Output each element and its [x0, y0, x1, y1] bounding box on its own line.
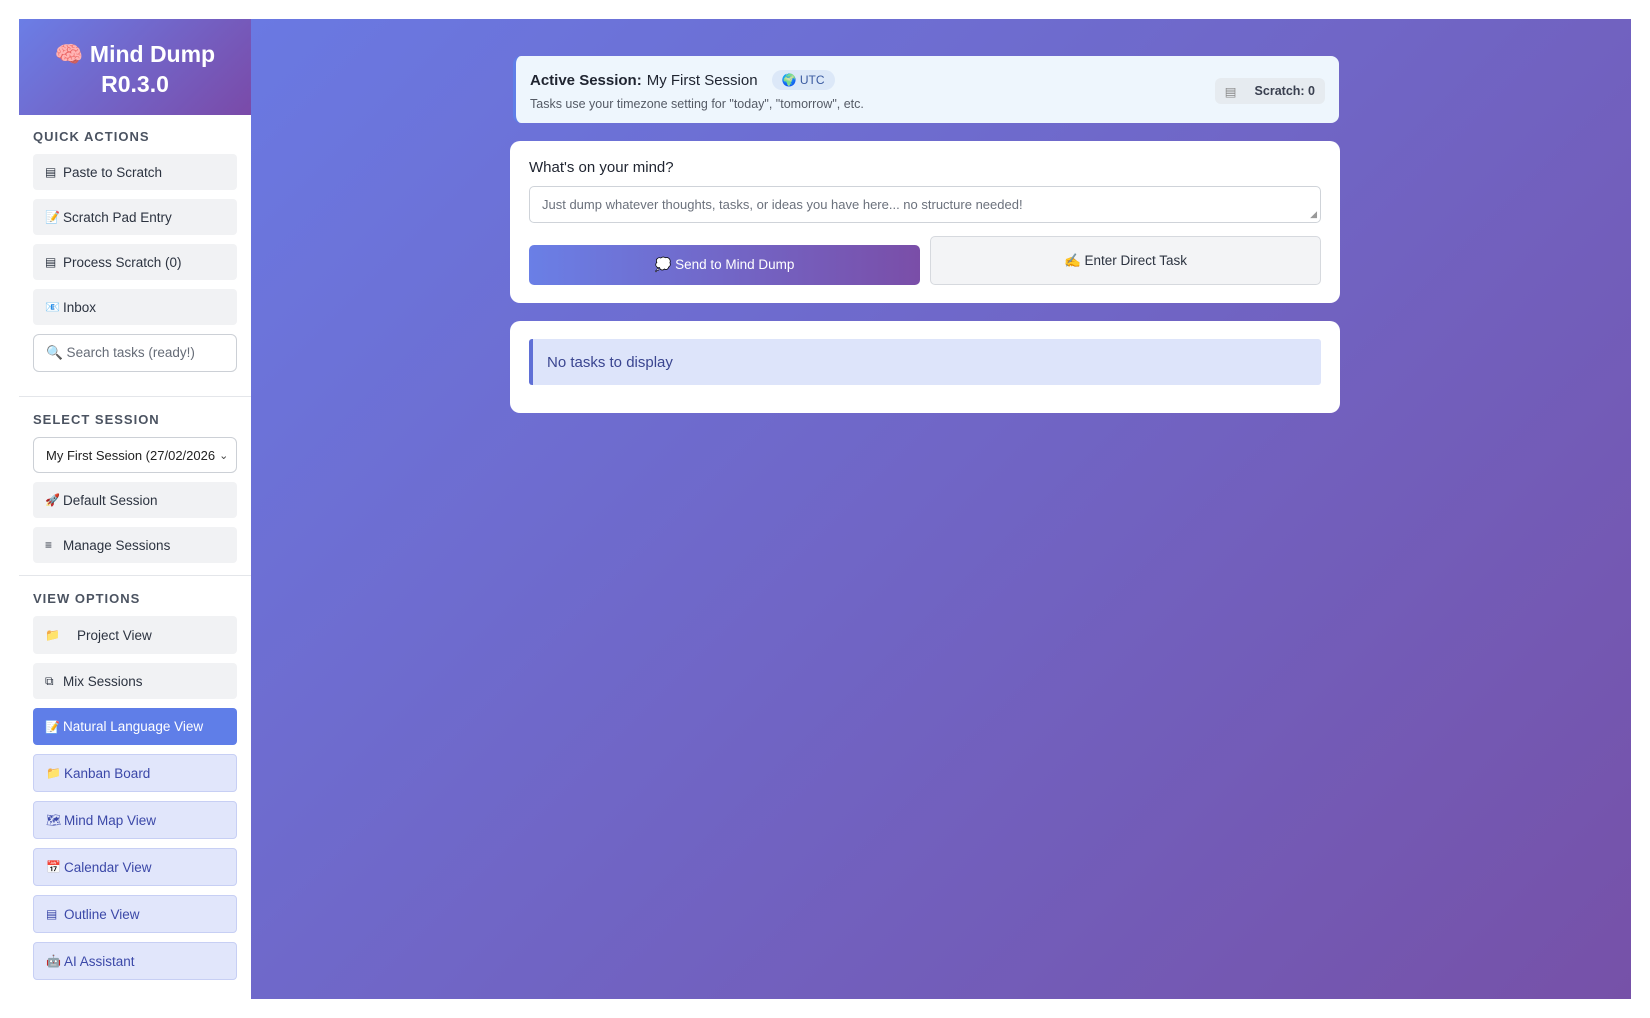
ai-assistant-button[interactable]: 🤖 AI Assistant [33, 942, 237, 980]
section-title-quick-actions: Quick Actions [33, 129, 150, 144]
search-input[interactable]: 🔍 Search tasks (ready!) [33, 334, 237, 372]
menu-icon: ≡ [45, 538, 53, 552]
clipboard-icon: ▤ [45, 255, 57, 269]
session-select[interactable]: My First Session (27/02/2026 ⌄ [33, 437, 237, 473]
active-session-label: Active Session: [530, 71, 642, 89]
process-scratch-button[interactable]: ▤ Process Scratch (0) [33, 244, 237, 280]
quick-actions-section: Quick Actions ▤ Paste to Scratch 📝 Scratch… [19, 115, 251, 372]
map-icon: 🗺 [46, 813, 62, 827]
mind-dump-textarea[interactable]: Just dump whatever thoughts, tasks, or i… [529, 186, 1321, 223]
section-title-select-session: Select Session [33, 412, 160, 427]
timezone-note: Tasks use your timezone setting for "tod… [530, 97, 864, 111]
app-title: Mind Dump [89, 41, 216, 67]
brain-icon: 🧠 [54, 41, 84, 67]
main-content: Active Session: My First Session 🌍 UTC T… [251, 19, 1631, 999]
clipboard-icon: ▤ [45, 165, 57, 179]
timezone-badge: 🌍 UTC [771, 70, 835, 90]
chevron-down-icon: ⌄ [219, 449, 229, 462]
resize-grip-icon[interactable]: ◢ [1310, 209, 1317, 220]
mind-map-view-button[interactable]: 🗺 Mind Map View [33, 801, 237, 839]
mind-dump-card: What's on your mind? Just dump whatever … [510, 141, 1340, 303]
app-window: 🧠 Mind Dump R0.3.0 Quick Actions ▤ Paste … [19, 19, 1631, 999]
folder-icon: 📁 [45, 628, 60, 642]
scratch-count-badge[interactable]: ▤ Scratch: 0 [1214, 78, 1325, 104]
rocket-icon: 🚀 [45, 493, 60, 507]
brand-header: 🧠 Mind Dump R0.3.0 [19, 19, 251, 115]
paste-to-scratch-button[interactable]: ▤ Paste to Scratch [33, 154, 237, 190]
folder-icon: 📁 [46, 766, 61, 780]
robot-icon: 🤖 [46, 954, 61, 968]
select-session-section: Select Session My First Session (27/02/2… [19, 397, 251, 563]
active-session-bar: Active Session: My First Session 🌍 UTC T… [513, 56, 1339, 123]
copy-icon: ⧉ [45, 673, 54, 688]
send-to-mind-dump-button[interactable]: 💭 Send to Mind Dump [529, 245, 920, 285]
inbox-icon: 📧 [45, 300, 60, 314]
memo-icon: 📝 [45, 719, 60, 734]
calendar-view-button[interactable]: 📅 Calendar View [33, 848, 237, 886]
manage-sessions-button[interactable]: ≡ Manage Sessions [33, 527, 237, 563]
mix-sessions-button[interactable]: ⧉ Mix Sessions [33, 663, 237, 699]
prompt-label: What's on your mind? [529, 159, 674, 176]
project-view-button[interactable]: 📁 Project View [33, 616, 237, 654]
tasks-card: No tasks to display [510, 321, 1340, 413]
active-session-name: My First Session [646, 71, 758, 89]
natural-language-view-button[interactable]: 📝 Natural Language View [33, 708, 237, 745]
view-options-section: View Options 📁 Project View ⧉ Mix Sessions… [19, 576, 251, 980]
clipboard-icon: ▤ [46, 907, 58, 921]
enter-direct-task-button[interactable]: ✍️ Enter Direct Task [930, 236, 1321, 285]
scratch-pad-entry-button[interactable]: 📝 Scratch Pad Entry [33, 199, 237, 235]
inbox-button[interactable]: 📧 Inbox [33, 289, 237, 325]
empty-tasks-message: No tasks to display [529, 339, 1321, 385]
default-session-button[interactable]: 🚀 Default Session [33, 482, 237, 518]
clipboard-icon: ▤ [1224, 84, 1237, 99]
app-version: R0.3.0 [101, 71, 169, 97]
outline-view-button[interactable]: ▤ Outline View [33, 895, 237, 933]
memo-icon: 📝 [45, 210, 60, 224]
sidebar: 🧠 Mind Dump R0.3.0 Quick Actions ▤ Paste … [19, 19, 251, 999]
section-title-view-options: View Options [33, 591, 141, 606]
kanban-board-button[interactable]: 📁 Kanban Board [33, 754, 237, 792]
calendar-icon: 📅 [46, 860, 61, 874]
